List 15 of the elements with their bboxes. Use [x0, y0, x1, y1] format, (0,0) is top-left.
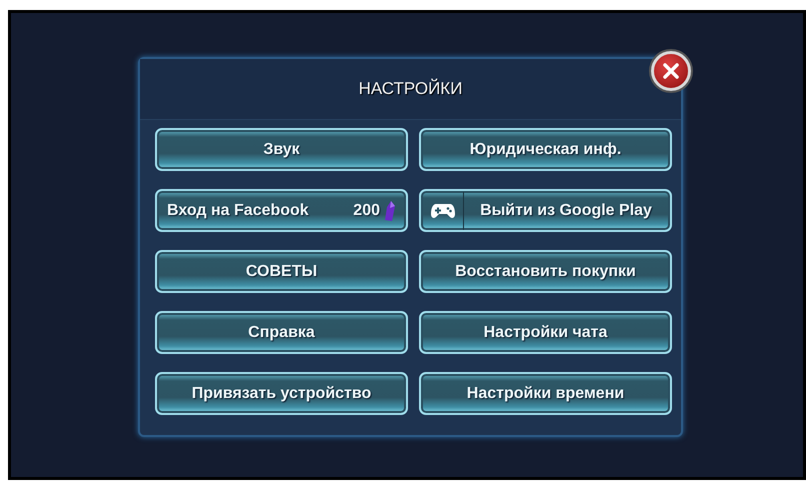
- menu-button[interactable]: Справка: [155, 311, 408, 354]
- menu-button[interactable]: СОВЕТЫ: [155, 250, 408, 293]
- menu-button[interactable]: Юридическая инф.: [419, 128, 672, 171]
- dialog-title: НАСТРОЙКИ: [358, 79, 462, 99]
- menu-button[interactable]: Звук: [155, 128, 408, 171]
- menu-button[interactable]: Выйти из Google Play: [419, 189, 672, 232]
- menu-button[interactable]: Привязать устройство: [155, 372, 408, 415]
- close-icon: [661, 61, 681, 81]
- menu-button[interactable]: Настройки чата: [419, 311, 672, 354]
- crystal-icon: [384, 200, 396, 222]
- menu-button[interactable]: Вход на Facebook 200: [155, 189, 408, 232]
- gamepad-icon: [431, 202, 455, 220]
- menu-button[interactable]: Настройки времени: [419, 372, 672, 415]
- close-button[interactable]: [651, 51, 691, 91]
- menu-button[interactable]: Восстановить покупки: [419, 250, 672, 293]
